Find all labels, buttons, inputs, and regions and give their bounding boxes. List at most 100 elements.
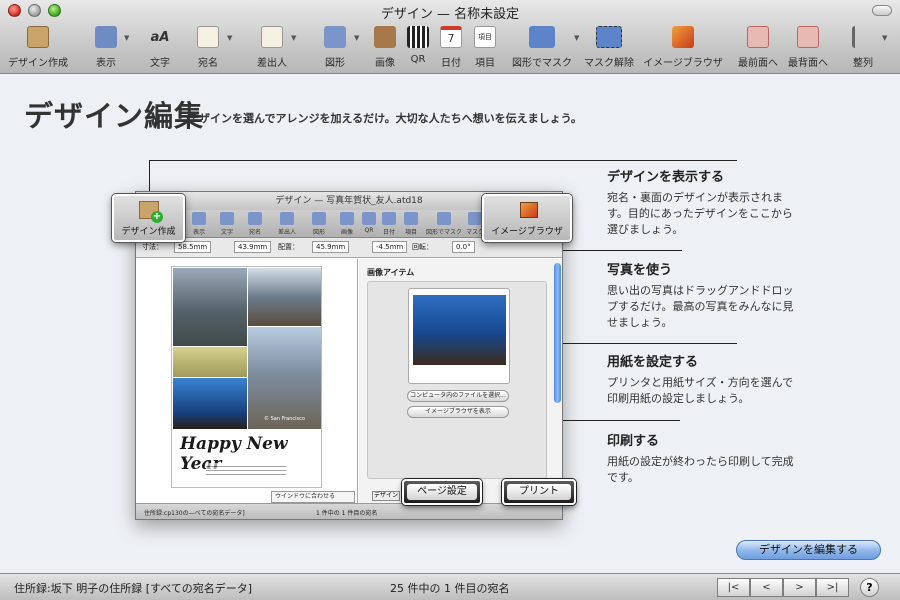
callout-print: プリント bbox=[502, 479, 576, 505]
page-subtitle: デザインを選んでアレンジを加えるだけ。大切な人たちへ想いを伝えましょう。 bbox=[188, 112, 582, 125]
explain-body: 思い出の写真はドラッグアンドドロップするだけ。最高の写真をみんなに見せましょう。 bbox=[607, 284, 794, 329]
toolbar-view[interactable]: 表示 ▼ bbox=[88, 22, 129, 72]
rotation-field: 0.0° bbox=[452, 241, 475, 253]
preview-scrollbar bbox=[554, 263, 561, 403]
zoom-select: ウインドウに合わせる bbox=[271, 491, 355, 503]
preview-tool: 差出人 bbox=[274, 212, 300, 236]
toolbar-image[interactable]: 画像 bbox=[370, 22, 400, 72]
explain-body: 宛名・裏面のデザインが表示されます。目的にあったデザインをここから選びましょう。 bbox=[607, 191, 793, 236]
toolbar-label: マスク解除 bbox=[584, 58, 634, 69]
chevron-down-icon: ▼ bbox=[882, 34, 888, 42]
image-icon bbox=[374, 26, 396, 48]
help-button[interactable]: ? bbox=[860, 578, 879, 597]
toolbar-label: 宛名 bbox=[198, 58, 218, 69]
toolbar-send-back[interactable]: 最背面へ bbox=[788, 22, 828, 72]
sender-icon bbox=[261, 26, 283, 48]
next-record-button[interactable]: > bbox=[783, 578, 816, 597]
rotation-label: 回転： bbox=[412, 243, 433, 251]
toolbar-label: 整列 bbox=[853, 58, 873, 69]
width-field: 58.5mm bbox=[174, 241, 212, 253]
image-thumbnail bbox=[408, 288, 510, 384]
toolbar-label: 画像 bbox=[375, 58, 395, 69]
toolbar-label: 表示 bbox=[96, 58, 116, 69]
explain-photo: 写真を使う 思い出の写真はドラッグアンドドロップするだけ。最高の写真をみんなに見… bbox=[607, 259, 797, 331]
x-field: 45.9mm bbox=[312, 241, 350, 253]
toolbar-label: 日付 bbox=[441, 58, 461, 69]
photo bbox=[173, 347, 247, 377]
design-create-icon bbox=[27, 26, 49, 48]
callout-page-setup: ページ設定 bbox=[402, 479, 482, 505]
first-record-button[interactable]: |< bbox=[717, 578, 750, 597]
toolbar-bring-front[interactable]: 最前面へ bbox=[738, 22, 778, 72]
preview-tool: 図形でマスク bbox=[424, 212, 464, 236]
toolbar-text[interactable]: aA 文字 bbox=[145, 22, 175, 72]
toolbar-sender[interactable]: 差出人 ▼ bbox=[253, 22, 296, 72]
toolbar-shape[interactable]: 図形 ▼ bbox=[320, 22, 359, 72]
toolbar-label: 項目 bbox=[475, 58, 495, 69]
unmask-icon bbox=[596, 26, 622, 48]
callout-label: ページ設定 bbox=[407, 484, 477, 500]
height-field: 43.9mm bbox=[234, 241, 272, 253]
toolbar-address[interactable]: 宛名 ▼ bbox=[193, 22, 232, 72]
toolbar-label: QR bbox=[410, 54, 426, 65]
inspector-panel: コンピュータ内のファイルを選択... イメージブラウザを表示 bbox=[367, 281, 547, 479]
toolbar-label: イメージブラウザ bbox=[643, 58, 723, 69]
show-browser-button: イメージブラウザを表示 bbox=[407, 406, 509, 418]
preview-tool: 項目 bbox=[398, 212, 424, 236]
explain-title: 用紙を設定する bbox=[607, 355, 699, 370]
window-title: デザイン — 名称未設定 bbox=[380, 7, 520, 22]
connector-line bbox=[543, 420, 680, 421]
preview-tool: 宛名 bbox=[242, 212, 268, 236]
preview-tool: 文字 bbox=[214, 212, 240, 236]
toolbar-toggle-button[interactable] bbox=[872, 5, 892, 16]
bring-front-icon bbox=[747, 26, 769, 48]
status-bar: 住所録:坂下 明子の住所録 [すべての宛名データ] 25 件中の 1 件目の宛名… bbox=[0, 573, 900, 600]
callout-label: イメージブラウザ bbox=[491, 227, 563, 237]
explain-body: プリンタと用紙サイズ・方向を選んで印刷用紙の設定しましょう。 bbox=[607, 376, 794, 405]
explain-paper: 用紙を設定する プリンタと用紙サイズ・方向を選んで印刷用紙の設定しましょう。 bbox=[607, 351, 797, 407]
explain-body: 用紙の設定が終わったら印刷して完成です。 bbox=[607, 455, 794, 484]
preview-inspector: 画像アイテム コンピュータ内のファイルを選択... イメージブラウザを表示 bbox=[359, 259, 562, 505]
align-icon bbox=[852, 26, 874, 48]
preview-tool: 表示 bbox=[186, 212, 212, 236]
card-page: © San Francisco Happy New Year bbox=[171, 266, 322, 488]
text-icon: aA bbox=[150, 29, 170, 45]
toolbar-field[interactable]: 項目 項目 bbox=[472, 22, 498, 72]
toolbar-image-browser[interactable]: イメージブラウザ bbox=[643, 22, 723, 72]
greeting-message bbox=[206, 463, 286, 477]
explain-title: デザインを表示する bbox=[607, 170, 725, 185]
prev-record-button[interactable]: < bbox=[750, 578, 783, 597]
send-back-icon bbox=[797, 26, 819, 48]
choose-file-button: コンピュータ内のファイルを選択... bbox=[407, 390, 509, 402]
preview-canvas: © San Francisco Happy New Year ウインドウに合わせ… bbox=[136, 259, 358, 505]
last-record-button[interactable]: >| bbox=[816, 578, 849, 597]
photo bbox=[173, 268, 247, 346]
callout-image-browser: イメージブラウザ bbox=[482, 194, 572, 242]
chevron-down-icon: ▼ bbox=[124, 34, 130, 42]
shape-icon bbox=[324, 26, 346, 48]
address-icon bbox=[197, 26, 219, 48]
toolbar-date[interactable]: 7 日付 bbox=[438, 22, 464, 72]
measure-label: 寸法： bbox=[142, 243, 163, 251]
preview-status-bar: 住所録:cp130の―べての宛名データ] 1 件中の 1 件目の宛名 bbox=[136, 503, 562, 519]
toolbar-design-create[interactable]: デザイン作成 bbox=[4, 22, 72, 72]
image-browser-icon bbox=[672, 26, 694, 48]
view-icon bbox=[95, 26, 117, 48]
explain-title: 印刷する bbox=[607, 434, 660, 449]
image-browser-icon bbox=[520, 202, 538, 218]
date-icon: 7 bbox=[440, 26, 462, 48]
preview-status-left: 住所録:cp130の―べての宛名データ] bbox=[144, 510, 245, 517]
edit-design-button[interactable]: デザインを編集する bbox=[736, 540, 881, 560]
toolbar-unmask[interactable]: マスク解除 bbox=[584, 22, 634, 72]
explain-title: 写真を使う bbox=[607, 263, 673, 278]
title-toolbar: デザイン — 名称未設定 デザイン作成 表示 ▼ aA 文字 宛名 ▼ 差出人 … bbox=[0, 0, 900, 74]
y-field: -4.5mm bbox=[372, 241, 408, 253]
toolbar-label: 最背面へ bbox=[788, 58, 828, 69]
toolbar-shape-mask[interactable]: 図形でマスク ▼ bbox=[512, 22, 579, 72]
preview-design-tab: デザイン bbox=[372, 491, 400, 501]
field-icon: 項目 bbox=[474, 26, 496, 48]
toolbar-qr[interactable]: QR bbox=[406, 22, 430, 72]
connector-line bbox=[149, 160, 737, 161]
toolbar-align[interactable]: 整列 ▼ bbox=[850, 22, 887, 72]
callout-label: プリント bbox=[507, 484, 571, 500]
